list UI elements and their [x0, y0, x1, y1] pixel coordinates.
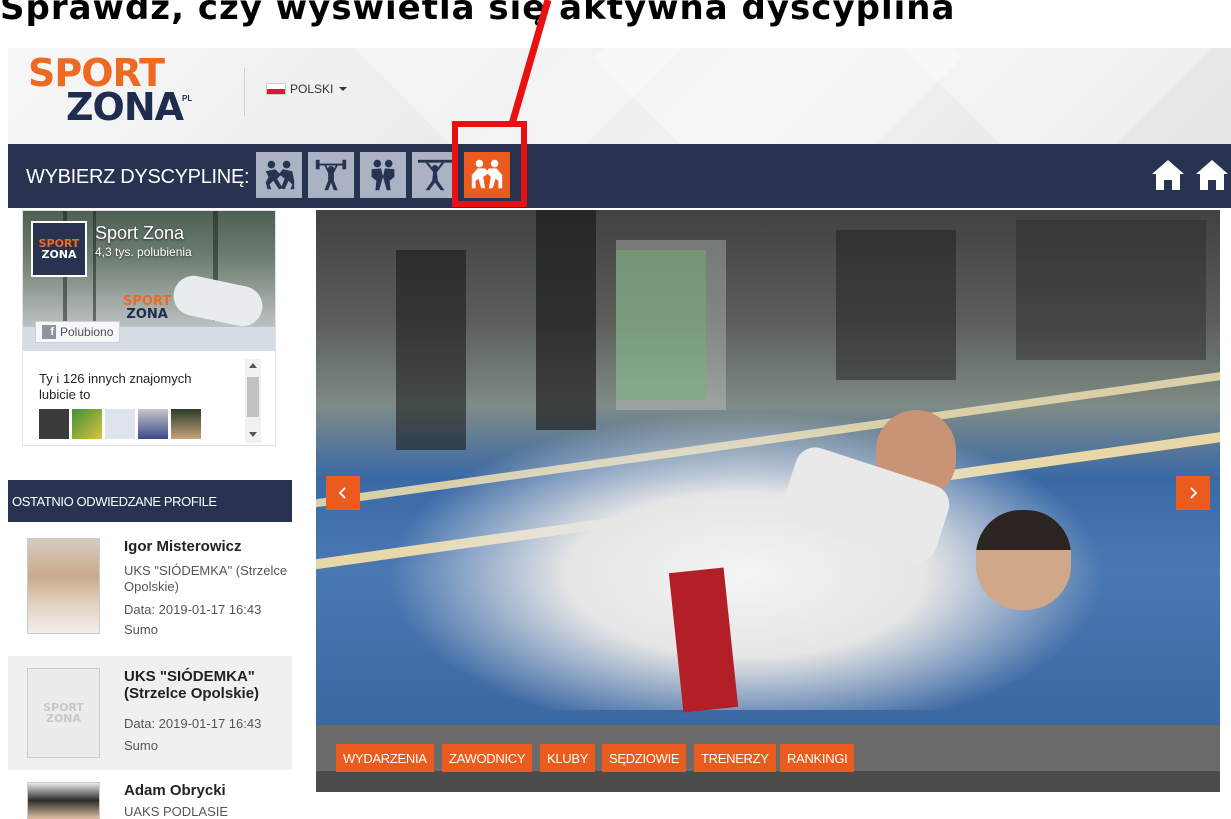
recent-profile-item[interactable]: Adam Obrycki UAKS PODLASIE (Białystok) [8, 772, 292, 819]
gymnastics-icon [417, 159, 453, 191]
facebook-liked-button[interactable]: f Polubiono [35, 321, 121, 343]
slider-prev-button[interactable] [326, 476, 360, 510]
profile-name[interactable]: Adam Obrycki [124, 782, 226, 799]
facebook-cover-photo: SPORT ZONA SPORT ZONA Sport Zona 4,3 tys… [23, 211, 275, 351]
profile-name[interactable]: Igor Misterowicz [124, 538, 242, 555]
facebook-likes-count: 4,3 tys. polubienia [95, 245, 192, 259]
caption-text: Sprawdź, czy wyświetla się aktywna dyscy… [0, 0, 956, 28]
cover-logo: SPORT ZONA [123, 294, 172, 322]
profile-date: Data: 2019-01-17 16:43 [124, 716, 262, 731]
facebook-page-widget: SPORT ZONA SPORT ZONA Sport Zona 4,3 tys… [22, 210, 276, 446]
slider-next-button[interactable] [1176, 476, 1210, 510]
language-selector[interactable]: POLSKI [266, 82, 348, 96]
header-divider [244, 68, 245, 116]
placeholder-zona-text: ZONA [45, 712, 82, 725]
facebook-icon: f [42, 325, 56, 339]
discipline-judo-button[interactable] [360, 152, 406, 198]
chevron-right-icon [1190, 487, 1198, 499]
recent-profile-item[interactable]: SPORT ZONA UKS "SIÓDEMKA" (Strzelce Opol… [8, 656, 292, 770]
profile-photo[interactable] [27, 538, 100, 634]
club-logo-placeholder[interactable]: SPORT ZONA [27, 668, 100, 758]
wrestling-icon [265, 160, 295, 190]
friend-avatar[interactable] [171, 409, 201, 439]
chevron-left-icon [338, 487, 346, 499]
header-decoration [874, 48, 1231, 144]
friends-like-text: Ty i 126 innych znajomych lubicie to [39, 371, 192, 403]
site-logo[interactable]: SPORT ZONA PL [26, 54, 196, 134]
language-label: POLSKI [290, 82, 334, 96]
home-icon [1196, 160, 1228, 190]
facebook-page-name[interactable]: Sport Zona [95, 223, 184, 244]
profile-discipline: Sumo [124, 738, 158, 753]
hero-slider: WYDARZENIA ZAWODNICY KLUBY SĘDZIOWIE TRE… [316, 210, 1220, 792]
caret-down-icon [339, 87, 348, 91]
discipline-wrestling-button[interactable] [256, 152, 302, 198]
profile-club: UKS "SIÓDEMKA" (Strzelce Opolskie) [124, 563, 288, 595]
profile-name[interactable]: UKS "SIÓDEMKA" (Strzelce Opolskie) [124, 668, 284, 703]
facebook-friends-panel: Ty i 126 innych znajomych lubicie to [33, 359, 261, 443]
weightlifting-icon [315, 159, 347, 191]
home-button-secondary[interactable] [1194, 156, 1230, 194]
judo-icon [371, 159, 395, 191]
tab-events[interactable]: WYDARZENIA [336, 744, 434, 772]
logo-zona-text: ZONA [66, 85, 184, 129]
tab-athletes[interactable]: ZAWODNICY [442, 744, 533, 772]
tab-coaches[interactable]: TRENERZY [694, 744, 776, 772]
profile-discipline: Sumo [124, 622, 158, 637]
slider-photo [316, 210, 1220, 725]
discipline-bar: WYBIERZ DYSCYPLINĘ: [8, 144, 1231, 208]
friends-avatars [39, 409, 201, 439]
recent-profiles-header: OSTATNIO ODWIEDZANE PROFILE [8, 480, 292, 522]
page: Sprawdź, czy wyświetla się aktywna dyscy… [0, 0, 1231, 819]
liked-label: Polubiono [60, 325, 114, 339]
home-button[interactable] [1150, 156, 1186, 194]
friends-scrollbar[interactable] [245, 359, 261, 443]
friend-avatar[interactable] [72, 409, 102, 439]
profile-club: UAKS PODLASIE (Białystok) [124, 804, 229, 819]
annotation-highlight-box [452, 121, 527, 207]
recent-profile-item[interactable]: Igor Misterowicz UKS "SIÓDEMKA" (Strzelc… [8, 522, 292, 646]
profile-date: Data: 2019-01-17 16:43 [124, 602, 262, 617]
site-header: SPORT ZONA PL POLSKI [8, 48, 1231, 144]
home-icon [1152, 160, 1184, 190]
tab-referees[interactable]: SĘDZIOWIE [602, 744, 687, 772]
tab-rankings[interactable]: RANKINGI [780, 744, 855, 772]
logo-pl-text: PL [182, 94, 193, 103]
friend-avatar[interactable] [39, 409, 69, 439]
discipline-label: WYBIERZ DYSCYPLINĘ: [26, 166, 250, 188]
profile-photo[interactable] [27, 782, 100, 819]
friend-avatar-placeholder[interactable] [105, 409, 135, 439]
scroll-thumb[interactable] [247, 377, 259, 417]
scroll-up-icon[interactable] [249, 363, 257, 368]
facebook-page-avatar[interactable]: SPORT ZONA [31, 221, 87, 277]
discipline-weightlifting-button[interactable] [308, 152, 354, 198]
header-decoration [594, 48, 962, 144]
friend-avatar[interactable] [138, 409, 168, 439]
scroll-down-icon[interactable] [249, 432, 257, 437]
instruction-caption: Sprawdź, czy wyświetla się aktywna dyscy… [0, 0, 1231, 48]
tab-clubs[interactable]: KLUBY [540, 744, 596, 772]
poland-flag-icon [266, 83, 286, 95]
slider-footer [316, 771, 1220, 792]
